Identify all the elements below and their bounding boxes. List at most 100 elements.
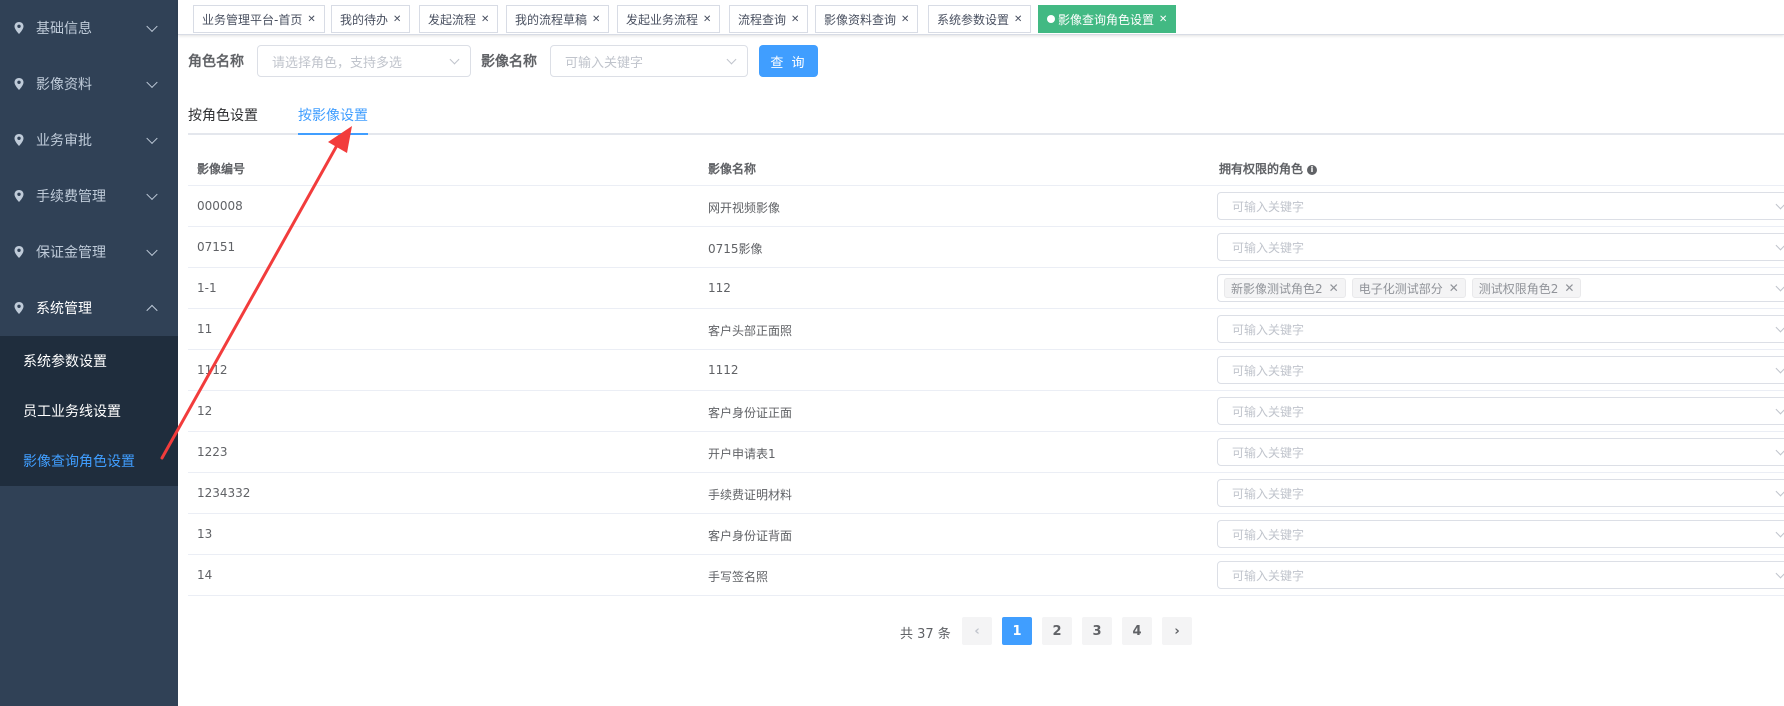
chevron-down-icon [146,244,158,257]
cell-image-name: 客户身份证背面 [708,529,793,543]
role-select[interactable]: 请选择角色，支持多选 [257,45,471,77]
pagination-next-button[interactable]: › [1162,617,1192,645]
close-icon[interactable]: ✕ [791,14,799,25]
role-multiselect[interactable]: 可输入关键字 [1217,479,1784,507]
chevron-down-icon [146,20,158,33]
menu-label: 基础信息 [36,21,92,37]
tag-label: 发起流程 [428,12,477,27]
cell-image-code: 1223 [197,445,228,459]
role-tag-label: 测试权限角色2 [1478,281,1559,296]
header-image-code: 影像编号 [197,162,246,176]
tag-start-process[interactable]: 发起流程 ✕ [419,5,499,33]
role-select-placeholder: 可输入关键字 [1232,240,1305,255]
close-icon[interactable]: ✕ [1329,281,1339,295]
pagination-page-4[interactable]: 4 [1122,617,1152,645]
tab-by-role[interactable]: 按角色设置 [188,105,258,125]
role-select-placeholder: 可输入关键字 [1232,445,1305,460]
tag-home[interactable]: 业务管理平台-首页 ✕ [193,5,325,33]
table-row: 13 客户身份证背面 可输入关键字 [188,514,1784,555]
menu-label: 影像资料 [36,77,92,93]
pagination-page-2[interactable]: 2 [1042,617,1072,645]
role-select-placeholder: 可输入关键字 [1232,322,1305,337]
tag-start-business-process[interactable]: 发起业务流程 ✕ [617,5,721,33]
role-tag: 测试权限角色2 ✕ [1471,278,1582,298]
role-multiselect[interactable]: 可输入关键字 [1217,397,1784,425]
tag-system-params[interactable]: 系统参数设置 ✕ [928,5,1032,33]
image-name-select[interactable]: 可输入关键字 [550,45,748,77]
close-icon[interactable]: ✕ [1564,281,1574,295]
chevron-down-icon [146,132,158,145]
role-select-placeholder: 请选择角色，支持多选 [272,55,403,71]
header-roles: 拥有权限的角色 i [1219,160,1318,177]
cell-image-name: 手续费证明材料 [708,488,793,502]
pagination-page-1[interactable]: 1 [1002,617,1032,645]
menu-label: 业务审批 [36,133,92,149]
tag-my-drafts[interactable]: 我的流程草稿 ✕ [506,5,610,33]
chevron-down-icon [449,54,460,65]
pagination-page-3[interactable]: 3 [1082,617,1112,645]
info-icon[interactable]: i [1307,165,1318,175]
tag-process-query[interactable]: 流程查询 ✕ [729,5,809,33]
menu-fee-management[interactable]: 手续费管理 [0,168,178,224]
tag-image-query-role[interactable]: 影像查询角色设置 ✕ [1038,5,1177,33]
role-multiselect[interactable]: 可输入关键字 [1217,233,1784,261]
image-role-table: 影像编号 影像名称 拥有权限的角色 i 000008 网开视频影像 可输入关键字 071… [188,145,1784,596]
close-icon[interactable]: ✕ [393,14,401,25]
close-icon[interactable]: ✕ [901,14,909,25]
tag-image-data-query[interactable]: 影像资料查询 ✕ [815,5,919,33]
menu-business-approval[interactable]: 业务审批 [0,112,178,168]
table-row: 1-1 112 新影像测试角色2 ✕ 电子化测试部分 ✕ 测试权限角色2 ✕ [188,268,1784,309]
close-icon[interactable]: ✕ [1449,281,1459,295]
submenu-employee-business-line[interactable]: 员工业务线设置 [0,386,178,436]
role-multiselect[interactable]: 可输入关键字 [1217,520,1784,548]
system-submenu: 系统参数设置 员工业务线设置 影像查询角色设置 [0,336,178,486]
chevron-down-icon [1775,240,1784,251]
cell-image-name: 网开视频影像 [708,201,781,215]
role-tag-label: 新影像测试角色2 [1231,281,1323,296]
close-icon[interactable]: ✕ [1014,14,1022,25]
close-icon[interactable]: ✕ [307,14,315,25]
close-icon[interactable]: ✕ [481,14,489,25]
menu-deposit-management[interactable]: 保证金管理 [0,224,178,280]
menu-label: 系统管理 [36,301,92,317]
chevron-down-icon [146,76,158,89]
chevron-down-icon [1775,527,1784,538]
cell-image-name: 手写签名照 [708,570,769,584]
role-multiselect[interactable]: 可输入关键字 [1217,315,1784,343]
role-multiselect[interactable]: 新影像测试角色2 ✕ 电子化测试部分 ✕ 测试权限角色2 ✕ [1217,274,1784,302]
cell-image-code: 1-1 [197,281,217,295]
cell-image-code: 13 [197,527,213,541]
tag-my-todo[interactable]: 我的待办 ✕ [331,5,411,33]
close-icon[interactable]: ✕ [1159,14,1167,25]
role-multiselect[interactable]: 可输入关键字 [1217,356,1784,384]
submenu-image-query-role[interactable]: 影像查询角色设置 [0,436,178,486]
header-roles-label: 拥有权限的角色 [1219,162,1304,176]
close-icon[interactable]: ✕ [592,14,600,25]
table-row: 12 客户身份证正面 可输入关键字 [188,391,1784,432]
submenu-system-params[interactable]: 系统参数设置 [0,336,178,386]
pagination-prev-button[interactable]: ‹ [962,617,992,645]
role-multiselect[interactable]: 可输入关键字 [1217,192,1784,220]
location-pin-icon [12,133,26,147]
chevron-down-icon [1775,363,1784,374]
tab-by-image[interactable]: 按影像设置 [298,105,368,125]
role-tag: 新影像测试角色2 ✕ [1224,278,1346,298]
chevron-down-icon [1775,199,1784,210]
role-multiselect[interactable]: 可输入关键字 [1217,438,1784,466]
cell-image-code: 07151 [197,240,236,254]
query-button[interactable]: 查 询 [759,45,818,77]
location-pin-icon [12,301,26,315]
menu-label: 手续费管理 [36,189,106,205]
chevron-up-icon [146,304,158,317]
role-multiselect[interactable]: 可输入关键字 [1217,561,1784,589]
cell-image-code: 1234332 [197,486,251,500]
cell-image-name: 客户身份证正面 [708,406,793,420]
close-icon[interactable]: ✕ [703,14,711,25]
table-row: 1223 开户申请表1 可输入关键字 [188,432,1784,473]
menu-image-data[interactable]: 影像资料 [0,56,178,112]
menu-basic-info[interactable]: 基础信息 [0,0,178,56]
menu-system-management[interactable]: 系统管理 [0,280,178,336]
location-pin-icon [12,245,26,259]
cell-image-name: 客户头部正面照 [708,324,793,338]
role-select-placeholder: 可输入关键字 [1232,363,1305,378]
